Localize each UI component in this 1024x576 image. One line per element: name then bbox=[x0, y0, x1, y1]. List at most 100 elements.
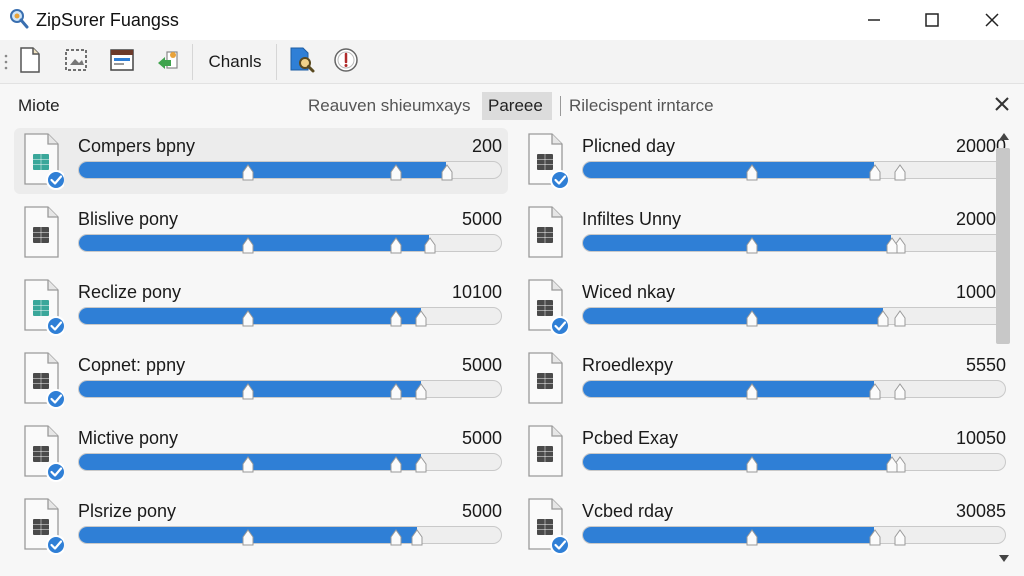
progress-fill bbox=[583, 308, 883, 324]
progress-bar[interactable] bbox=[582, 453, 1006, 471]
close-icon bbox=[995, 96, 1009, 116]
slider-tick bbox=[390, 529, 402, 547]
item-label: Plicned day bbox=[582, 136, 676, 156]
toolbar-separator bbox=[276, 44, 277, 80]
scroll-down-button[interactable] bbox=[996, 552, 1012, 566]
list-item[interactable]: Blislive pony 5000 bbox=[14, 201, 508, 267]
slider-tick bbox=[390, 237, 402, 255]
progress-bar[interactable] bbox=[78, 380, 502, 398]
slider-tick bbox=[894, 529, 906, 547]
header-separator bbox=[560, 96, 561, 116]
new-file-button[interactable] bbox=[14, 46, 46, 78]
progress-bar[interactable] bbox=[582, 161, 1006, 179]
item-label: Reclize pony bbox=[78, 282, 182, 302]
slider-handle[interactable] bbox=[415, 383, 427, 401]
scrollbar-thumb[interactable] bbox=[996, 148, 1010, 344]
item-value: 10100 bbox=[451, 282, 502, 302]
slider-handle[interactable] bbox=[886, 456, 898, 474]
progress-bar[interactable] bbox=[78, 234, 502, 252]
progress-bar[interactable] bbox=[582, 380, 1006, 398]
list-item[interactable]: Mictive pony 5000 bbox=[14, 420, 508, 486]
checked-file-icon bbox=[20, 130, 66, 190]
progress-bar[interactable] bbox=[78, 453, 502, 471]
progress-fill bbox=[583, 527, 875, 543]
panel-close-button[interactable] bbox=[990, 94, 1014, 118]
list-item[interactable]: Copnet: ppny 5000 bbox=[14, 347, 508, 413]
list-item[interactable]: Reclize pony 10100 bbox=[14, 274, 508, 340]
image-file-button[interactable] bbox=[60, 46, 92, 78]
progress-bar[interactable] bbox=[582, 526, 1006, 544]
share-button[interactable] bbox=[152, 46, 184, 78]
slider-handle[interactable] bbox=[877, 310, 889, 328]
maximize-button[interactable] bbox=[902, 0, 962, 40]
toolbar-grip[interactable] bbox=[4, 52, 8, 72]
vertical-scrollbar[interactable] bbox=[992, 126, 1016, 572]
list-item[interactable]: Rroedlexpy 5550 bbox=[518, 347, 1012, 413]
slider-handle[interactable] bbox=[424, 237, 436, 255]
list-item[interactable]: Wiced nkay 10000 bbox=[518, 274, 1012, 340]
slider-tick bbox=[242, 383, 254, 401]
list-item[interactable]: Compers bpny 200 bbox=[14, 128, 508, 194]
list-item[interactable]: Infiltes Unny 20000 bbox=[518, 201, 1012, 267]
header-link-rilecispent[interactable]: Rilecispent irntarce bbox=[563, 92, 720, 120]
item-value: 5000 bbox=[461, 209, 502, 229]
window-title: ZipSυrer Fuangss bbox=[36, 10, 179, 30]
slider-handle[interactable] bbox=[415, 456, 427, 474]
triangle-up-icon bbox=[998, 128, 1010, 146]
items-panel: Miote Reauven shieumxays Pareee Rilecisp… bbox=[0, 84, 1024, 576]
slider-tick bbox=[746, 529, 758, 547]
progress-bar[interactable] bbox=[582, 307, 1006, 325]
panel-header: Miote Reauven shieumxays Pareee Rilecisp… bbox=[0, 84, 1024, 126]
progress-fill bbox=[583, 235, 892, 251]
slider-tick bbox=[390, 164, 402, 182]
toolbar: Chanls bbox=[0, 40, 1024, 84]
header-link-reauven[interactable]: Reauven shieumxays bbox=[302, 92, 477, 120]
checked-file-icon bbox=[524, 276, 570, 336]
slider-handle[interactable] bbox=[441, 164, 453, 182]
image-file-icon bbox=[63, 47, 89, 78]
checked-file-icon bbox=[20, 349, 66, 409]
panel-title: Miote bbox=[18, 96, 60, 115]
tab-chanls[interactable]: Chanls bbox=[198, 46, 272, 78]
header-tab-pareee[interactable]: Pareee bbox=[482, 92, 552, 120]
item-label: Rroedlexpy bbox=[582, 355, 674, 375]
minimize-button[interactable] bbox=[844, 0, 904, 40]
progress-bar[interactable] bbox=[78, 526, 502, 544]
slider-handle[interactable] bbox=[869, 529, 881, 547]
file-icon bbox=[20, 203, 64, 263]
slider-tick bbox=[242, 164, 254, 182]
item-label: Plsrize pony bbox=[78, 501, 177, 521]
file-icon bbox=[524, 422, 568, 482]
triangle-down-icon bbox=[998, 550, 1010, 568]
slider-handle[interactable] bbox=[869, 164, 881, 182]
search-document-button[interactable] bbox=[286, 46, 318, 78]
slider-handle[interactable] bbox=[886, 237, 898, 255]
list-item[interactable]: Vcbed rday 30085 bbox=[518, 493, 1012, 559]
item-label: Wiced nkay bbox=[582, 282, 676, 302]
search-document-icon bbox=[288, 46, 316, 79]
list-item[interactable]: Plicned day 20000 bbox=[518, 128, 1012, 194]
close-button[interactable] bbox=[962, 0, 1022, 40]
scroll-up-button[interactable] bbox=[996, 130, 1012, 144]
progress-bar[interactable] bbox=[78, 161, 502, 179]
slider-handle[interactable] bbox=[869, 383, 881, 401]
progress-bar[interactable] bbox=[582, 234, 1006, 252]
window-button[interactable] bbox=[106, 46, 138, 78]
slider-handle[interactable] bbox=[415, 310, 427, 328]
progress-fill bbox=[583, 381, 875, 397]
checked-file-icon bbox=[20, 276, 66, 336]
item-label: Pcbed Exay bbox=[582, 428, 679, 448]
info-button[interactable] bbox=[330, 46, 362, 78]
slider-tick bbox=[894, 310, 906, 328]
window-icon bbox=[109, 48, 135, 77]
slider-tick bbox=[746, 237, 758, 255]
list-item[interactable]: Pcbed Exay 10050 bbox=[518, 420, 1012, 486]
slider-tick bbox=[894, 164, 906, 182]
toolbar-separator bbox=[192, 44, 193, 80]
app-magnifier-icon bbox=[8, 8, 30, 30]
list-item[interactable]: Plsrize pony 5000 bbox=[14, 493, 508, 559]
slider-tick bbox=[390, 456, 402, 474]
progress-bar[interactable] bbox=[78, 307, 502, 325]
file-icon bbox=[524, 203, 568, 263]
slider-handle[interactable] bbox=[411, 529, 423, 547]
